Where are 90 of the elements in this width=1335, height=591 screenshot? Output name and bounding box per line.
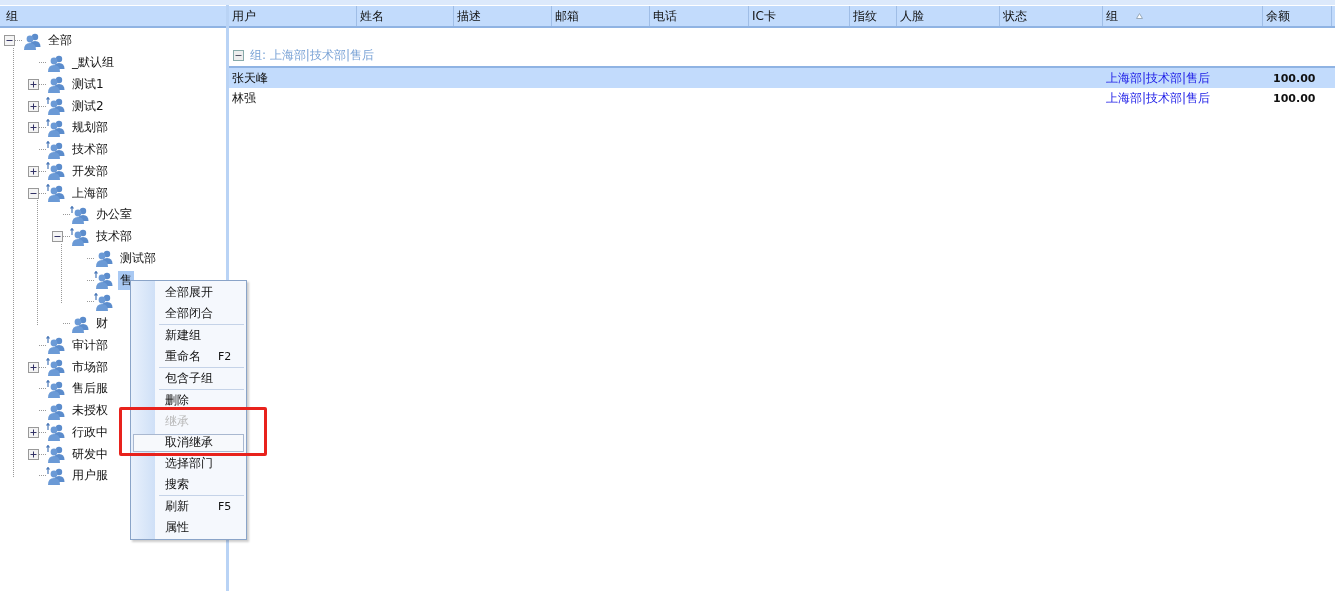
column-header[interactable]: 指纹 [850,6,897,26]
balance-cell: 100.00 [1273,71,1316,85]
tree-item[interactable]: 规划部 [70,118,110,138]
user-cell: 张天峰 [232,70,268,85]
column-header[interactable]: 用户 [229,6,357,26]
user-group-arrow-icon [94,271,114,290]
user-group-arrow-icon [46,379,66,398]
user-group-arrow-icon [46,184,66,203]
expand-toggle[interactable] [28,78,39,90]
tree-item[interactable]: 行政中 [70,422,110,442]
tree-item[interactable]: 未授权 [70,401,110,421]
menu-item[interactable]: 全部展开 [133,285,244,300]
user-group-arrow-icon [46,336,66,355]
menu-item[interactable]: 重命名 F2 [133,349,244,364]
column-header[interactable]: IC卡 [749,6,850,26]
user-group-icon [70,314,90,333]
tree-item[interactable]: 售后服 [70,379,110,399]
user-group-arrow-icon [46,140,66,159]
plus-icon [30,428,37,436]
user-group-icon [46,53,66,72]
column-header[interactable]: 余额 [1263,6,1332,26]
user-group-arrow-icon [46,118,66,137]
menu-item[interactable]: 新建组 [133,328,244,343]
menu-item[interactable]: 取消继承 [133,433,244,452]
column-header[interactable]: 邮箱 [552,6,650,26]
expand-toggle[interactable] [28,122,39,134]
group-cell: 上海部|技术部|售后 [1106,90,1211,105]
group-heading: 组: 上海部|技术部|售后 [250,46,374,64]
collapse-toggle[interactable] [28,187,39,199]
column-header[interactable]: 人脸 [897,6,1000,26]
table-row[interactable]: 张天峰 上海部|技术部|售后 100.00 [229,68,1335,88]
column-header: 组 [0,5,226,28]
plus-icon [30,450,37,458]
group-cell: 上海部|技术部|售后 [1106,70,1211,85]
column-header[interactable]: 描述 [454,6,552,26]
menu-item[interactable]: 刷新 F5 [133,499,244,514]
tree-item[interactable]: 上海部 [70,183,110,203]
tree-item[interactable]: 技术部 [70,140,110,160]
user-group-arrow-icon [46,445,66,464]
expand-toggle[interactable] [28,426,39,438]
user-cell: 林强 [232,90,256,105]
user-group-arrow-icon [70,227,90,246]
user-group-arrow-icon [46,97,66,116]
user-group-icon [94,249,114,268]
tree-item[interactable]: 研发中 [70,444,110,464]
menu-item[interactable]: 包含子组 [133,371,244,386]
column-header[interactable]: 组 [1103,6,1263,26]
tree-item[interactable]: 审计部 [70,335,110,355]
tree-item[interactable]: 办公室 [94,205,134,225]
plus-icon [30,80,37,88]
user-group-icon [22,31,42,50]
tree-item[interactable]: 技术部 [94,227,134,247]
user-group-arrow-icon [70,205,90,224]
user-group-arrow-icon [46,466,66,485]
collapse-toggle[interactable] [4,35,15,47]
user-group-icon [46,75,66,94]
collapse-toggle[interactable] [233,49,244,61]
collapse-toggle[interactable] [52,231,63,243]
user-group-arrow-icon [46,358,66,377]
column-header[interactable]: 电话 [650,6,749,26]
plus-icon [30,363,37,371]
tree-item[interactable]: _默认组 [70,53,116,73]
user-group-arrow-icon [46,423,66,442]
tree-item[interactable]: 开发部 [70,161,110,181]
expand-toggle[interactable] [28,165,39,177]
menu-item[interactable]: 删除 [133,393,244,408]
column-header[interactable]: 姓名 [357,6,454,26]
table-row[interactable]: 林强 上海部|技术部|售后 100.00 [229,88,1335,108]
expand-toggle[interactable] [28,448,39,460]
user-group-icon [46,401,66,420]
menu-item[interactable]: 全部闭合 [133,306,244,321]
menu-item[interactable]: 搜索 [133,477,244,492]
expand-toggle[interactable] [28,100,39,112]
tree-item[interactable]: 全部 [46,31,74,51]
menu-item[interactable]: 选择部门 [133,456,244,471]
plus-icon [30,102,37,110]
menu-item[interactable]: 属性 [133,520,244,535]
column-header[interactable]: 状态 [1000,6,1103,26]
tree-item[interactable]: 测试2 [70,96,106,116]
user-group-arrow-icon [46,162,66,181]
tree-item[interactable]: 用户服 [70,466,110,486]
tree-item[interactable]: 财 [94,314,110,334]
plus-icon [30,124,37,132]
tree-item[interactable]: 测试部 [118,248,158,268]
expand-toggle[interactable] [28,361,39,373]
tree-item[interactable]: 测试1 [70,74,106,94]
tree-item[interactable]: 市场部 [70,357,110,377]
user-group-arrow-icon [94,292,114,311]
balance-cell: 100.00 [1273,91,1316,105]
plus-icon [30,167,37,175]
